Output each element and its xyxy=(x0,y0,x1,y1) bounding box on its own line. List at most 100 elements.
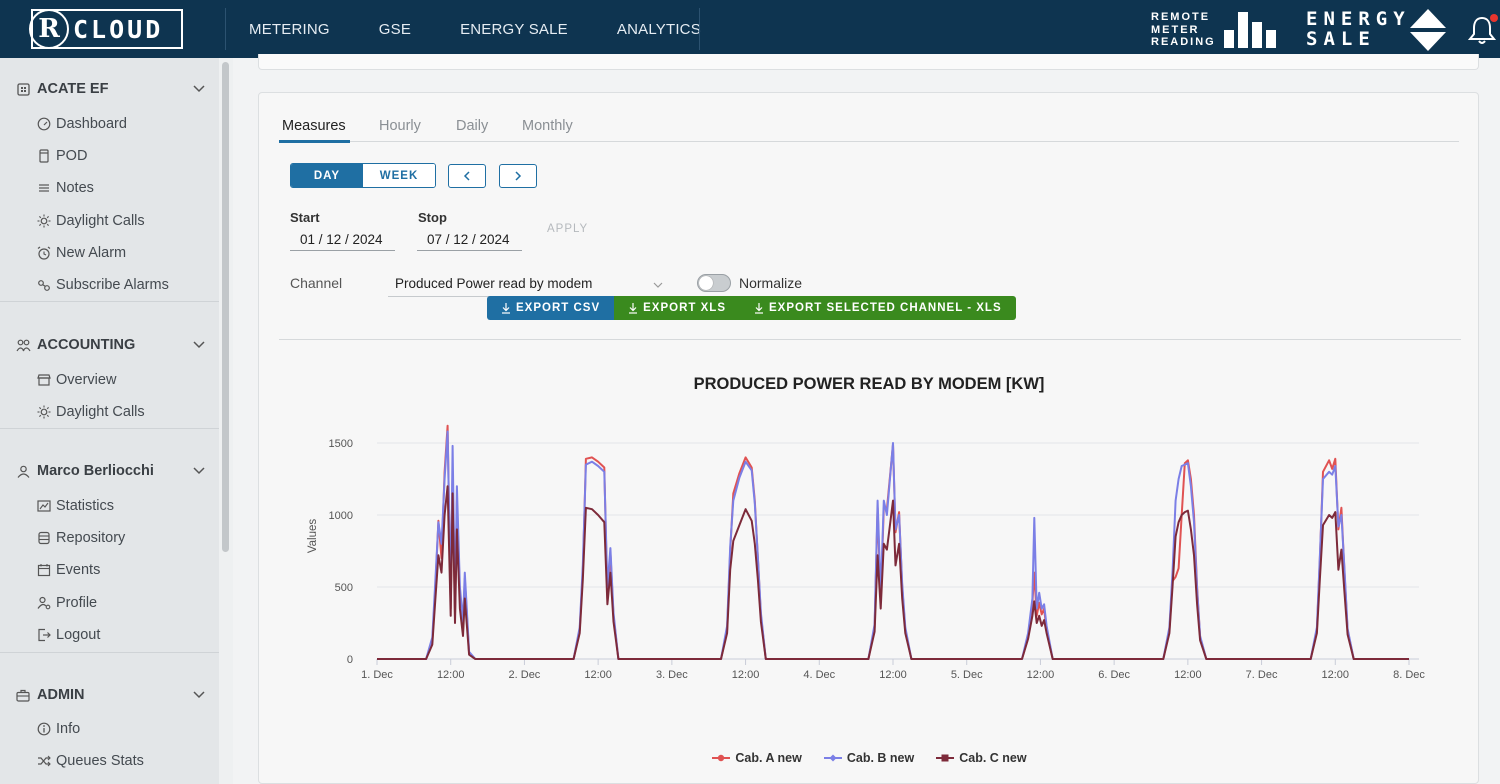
sidebar-item-logout[interactable]: Logout xyxy=(36,624,100,646)
y-axis-label: Values xyxy=(307,519,319,554)
legend-label: Cab. A new xyxy=(735,751,802,765)
remote-meter-reading-logo[interactable]: REMOTE METER READING xyxy=(1151,11,1216,49)
x-tick-label: 12:00 xyxy=(732,669,760,681)
sidebar: ACATE EF Dashboard POD Notes Daylight Ca… xyxy=(0,58,219,784)
sidebar-item-label: Daylight Calls xyxy=(56,213,145,229)
download-icon xyxy=(502,302,510,314)
meter-icon xyxy=(36,148,52,164)
x-tick-label: 12:00 xyxy=(584,669,612,681)
sidebar-item-overview[interactable]: Overview xyxy=(36,369,116,391)
sidebar-item-info[interactable]: Info xyxy=(36,718,80,740)
channel-select[interactable]: Produced Power read by modem xyxy=(388,273,669,297)
sidebar-section-admin[interactable]: ADMIN xyxy=(0,679,219,711)
period-toggle: DAY WEEK xyxy=(290,163,436,188)
shuffle-icon xyxy=(36,753,52,769)
legend-item-cab-a[interactable]: Cab. A new xyxy=(712,751,802,765)
section-title: Marco Berliocchi xyxy=(37,463,154,479)
tab-daily[interactable]: Daily xyxy=(456,118,488,134)
chevron-down-icon xyxy=(193,85,205,93)
channel-label: Channel xyxy=(290,275,343,291)
sidebar-item-notes[interactable]: Notes xyxy=(36,177,94,199)
sidebar-item-queues-stats[interactable]: Queues Stats xyxy=(36,750,144,772)
legend-item-cab-b[interactable]: Cab. B new xyxy=(823,751,915,765)
x-tick-label: 1. Dec xyxy=(361,669,393,681)
building-icon xyxy=(15,81,31,97)
previous-period-button[interactable] xyxy=(448,164,486,188)
sidebar-item-profile[interactable]: Profile xyxy=(36,592,97,614)
legend-marker xyxy=(936,754,955,762)
legend-label: Cab. B new xyxy=(846,751,915,765)
sidebar-item-statistics[interactable]: Statistics xyxy=(36,495,114,517)
sidebar-item-daylight-calls[interactable]: Daylight Calls xyxy=(36,401,145,423)
sidebar-item-label: Profile xyxy=(56,595,98,611)
week-button[interactable]: WEEK xyxy=(363,164,435,187)
nav-gse[interactable]: GSE xyxy=(379,21,411,38)
sidebar-item-daylight-calls[interactable]: Daylight Calls xyxy=(36,210,145,232)
sidebar-section-user[interactable]: Marco Berliocchi xyxy=(0,455,219,487)
logout-icon xyxy=(36,627,52,643)
normalize-label: Normalize xyxy=(739,275,803,291)
nav-energy-sale[interactable]: ENERGY SALE xyxy=(460,21,568,38)
bell-icon[interactable] xyxy=(1466,14,1498,46)
chevron-right-icon xyxy=(515,171,522,181)
tab-measures[interactable]: Measures xyxy=(282,118,346,134)
x-tick-label: 8. Dec xyxy=(1393,669,1425,681)
apply-button[interactable]: APPLY xyxy=(547,223,588,235)
y-tick-label: 1500 xyxy=(329,438,353,450)
section-title: ADMIN xyxy=(37,687,85,703)
stop-label: Stop xyxy=(418,210,447,225)
sidebar-item-dashboard[interactable]: Dashboard xyxy=(36,113,127,135)
rcloud-logo[interactable]: R CLOUD xyxy=(29,9,183,49)
tab-hourly[interactable]: Hourly xyxy=(379,118,421,134)
x-tick-label: 12:00 xyxy=(879,669,907,681)
section-title: ACATE EF xyxy=(37,81,109,97)
sidebar-item-pod[interactable]: POD xyxy=(36,145,87,167)
legend-label: Cab. C new xyxy=(959,751,1027,765)
previous-card xyxy=(258,54,1479,70)
x-tick-label: 12:00 xyxy=(1027,669,1055,681)
export-xls-button[interactable]: EXPORT XLS xyxy=(614,296,740,320)
nav-divider xyxy=(225,8,226,50)
database-icon xyxy=(36,530,52,546)
legend-item-cab-c[interactable]: Cab. C new xyxy=(936,751,1027,765)
sidebar-separator xyxy=(0,428,219,429)
scrollbar-thumb[interactable] xyxy=(222,62,229,552)
link-icon xyxy=(36,277,52,293)
main-nav: METERING GSE ENERGY SALE ANALYTICS xyxy=(249,0,750,58)
chevron-down-icon xyxy=(653,282,663,288)
day-button[interactable]: DAY xyxy=(291,164,363,187)
sidebar-scrollbar[interactable] xyxy=(219,58,233,784)
tab-monthly[interactable]: Monthly xyxy=(522,118,573,134)
sidebar-item-events[interactable]: Events xyxy=(36,559,100,581)
series-line-cab-c[interactable] xyxy=(377,485,1409,660)
sidebar-item-new-alarm[interactable]: New Alarm xyxy=(36,242,126,264)
sidebar-item-label: Notes xyxy=(56,180,94,196)
download-icon xyxy=(629,302,638,314)
stop-date-input[interactable]: 07 / 12 / 2024 xyxy=(417,232,522,251)
up-down-triangles-icon xyxy=(1410,9,1446,51)
export-xls-label: EXPORT XLS xyxy=(643,302,726,314)
nav-analytics[interactable]: ANALYTICS xyxy=(617,21,701,38)
x-tick-label: 12:00 xyxy=(437,669,465,681)
export-csv-button[interactable]: EXPORT CSV xyxy=(487,296,615,320)
active-tab-indicator xyxy=(279,140,350,143)
gauge-icon xyxy=(36,116,52,132)
sidebar-section-acate[interactable]: ACATE EF xyxy=(0,73,219,105)
normalize-toggle[interactable] xyxy=(697,274,731,292)
nav-metering[interactable]: METERING xyxy=(249,21,330,38)
sidebar-item-subscribe-alarms[interactable]: Subscribe Alarms xyxy=(36,274,169,296)
rmr-line-3: READING xyxy=(1151,36,1216,48)
export-selected-channel-button[interactable]: EXPORT SELECTED CHANNEL - XLS xyxy=(740,296,1016,320)
sidebar-item-repository[interactable]: Repository xyxy=(36,527,125,549)
series-line-cab-b[interactable] xyxy=(377,430,1409,660)
chevron-left-icon xyxy=(463,171,470,181)
start-label: Start xyxy=(290,210,320,225)
energy-sale-logo[interactable]: ENERGY SALE xyxy=(1306,9,1411,49)
start-date-input[interactable]: 01 / 12 / 2024 xyxy=(290,232,395,251)
x-tick-label: 2. Dec xyxy=(509,669,541,681)
chart-icon xyxy=(36,498,52,514)
sidebar-item-label: Subscribe Alarms xyxy=(56,277,169,293)
sidebar-section-accounting[interactable]: ACCOUNTING xyxy=(0,329,219,361)
next-period-button[interactable] xyxy=(499,164,537,188)
sidebar-item-label: Events xyxy=(56,562,101,578)
